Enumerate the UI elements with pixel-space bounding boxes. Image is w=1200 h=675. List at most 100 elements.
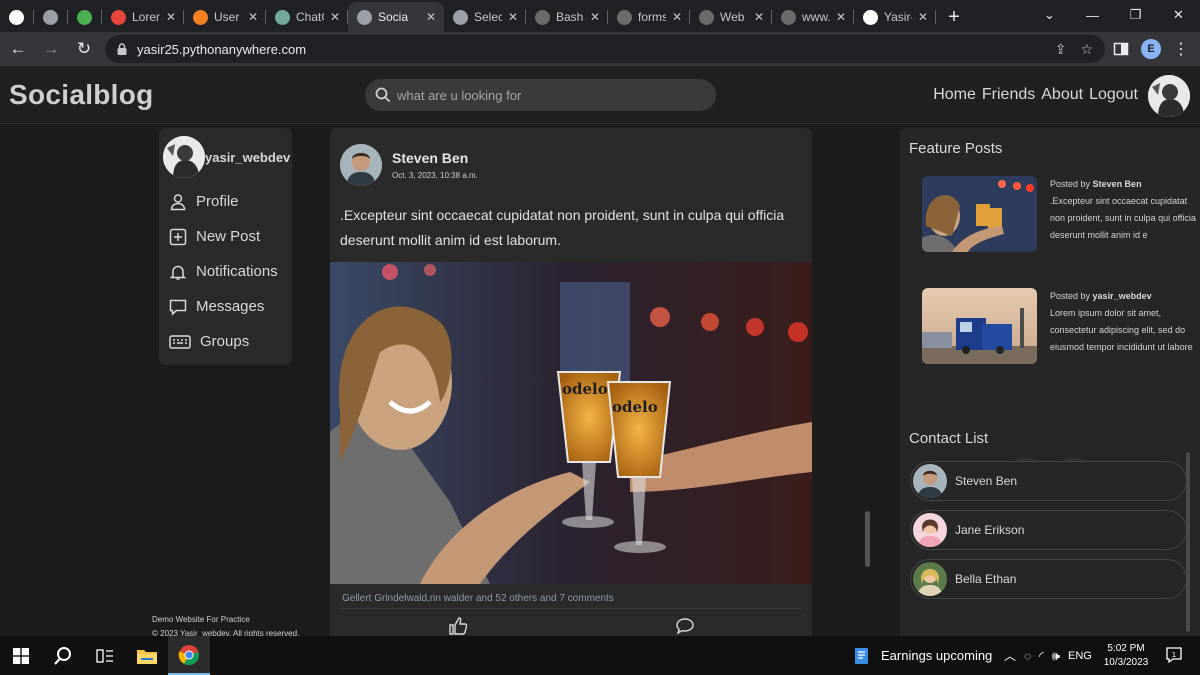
browser-tab[interactable]: ChatG ✕ bbox=[266, 2, 348, 32]
post-actions bbox=[330, 616, 812, 636]
post-author-avatar[interactable] bbox=[340, 144, 382, 186]
nav-friends[interactable]: Friends bbox=[982, 86, 1035, 104]
featured-post[interactable]: Posted by Steven Ben .Excepteur sint occ… bbox=[922, 176, 1200, 252]
sidebar-item-profile[interactable]: Profile bbox=[159, 184, 292, 219]
close-tab-icon[interactable]: ✕ bbox=[164, 10, 178, 24]
user-avatar[interactable] bbox=[1148, 75, 1190, 117]
news-widget[interactable]: Earnings upcoming bbox=[852, 636, 992, 675]
close-tab-icon[interactable]: ✕ bbox=[588, 10, 602, 24]
featured-author[interactable]: Steven Ben bbox=[1093, 179, 1142, 189]
sidebar-item-messages[interactable]: Messages bbox=[159, 289, 292, 324]
comment-icon[interactable] bbox=[675, 616, 695, 636]
sidebar-item-new-post[interactable]: New Post bbox=[159, 219, 292, 254]
tab-title: User bbox=[214, 10, 240, 24]
nav-home[interactable]: Home bbox=[933, 86, 976, 104]
browser-tab[interactable] bbox=[0, 2, 34, 32]
search-bar[interactable] bbox=[365, 79, 716, 111]
reload-button[interactable]: ↻ bbox=[69, 34, 99, 64]
post-image[interactable]: odelo odelo bbox=[330, 262, 812, 584]
browser-tab[interactable]: User ✕ bbox=[184, 2, 266, 32]
post-likes-summary[interactable]: Gellert Grindelwald,rin walder and 52 ot… bbox=[342, 593, 614, 604]
close-tab-icon[interactable]: ✕ bbox=[752, 10, 766, 24]
tab-title: Socia bbox=[378, 10, 409, 24]
chrome-taskbar-icon[interactable] bbox=[168, 636, 210, 675]
featured-thumbnail[interactable] bbox=[922, 288, 1037, 364]
browser-tab[interactable]: Selec ✕ bbox=[444, 2, 526, 32]
tab-title: Loren bbox=[132, 10, 160, 24]
volume-icon[interactable]: 🕪 bbox=[1052, 648, 1060, 664]
windows-start-icon[interactable] bbox=[0, 636, 42, 675]
nav-about[interactable]: About bbox=[1041, 86, 1083, 104]
contact-item[interactable]: Bella Ethan bbox=[910, 559, 1187, 599]
browser-tab[interactable]: Yasir- ✕ bbox=[854, 2, 936, 32]
network-icon[interactable]: ◌ bbox=[1024, 649, 1031, 663]
close-tab-icon[interactable]: ✕ bbox=[506, 10, 520, 24]
back-button[interactable]: ← bbox=[3, 34, 33, 64]
clock[interactable]: 5:02 PM 10/3/2023 bbox=[1100, 642, 1152, 670]
profile-avatar[interactable]: E bbox=[1141, 39, 1161, 59]
wifi-icon[interactable]: ◜ bbox=[1039, 649, 1044, 663]
minimize-button[interactable]: — bbox=[1071, 0, 1114, 30]
tab-title: Web bbox=[720, 10, 745, 24]
browser-tab[interactable]: forms ✕ bbox=[608, 2, 690, 32]
address-bar[interactable]: yasir25.pythonanywhere.com ⇪ ☆ bbox=[105, 35, 1105, 63]
message-icon bbox=[169, 299, 187, 316]
tab-search-icon[interactable]: ⌄ bbox=[1028, 0, 1071, 30]
brand-logo[interactable]: Socialblog bbox=[9, 79, 154, 111]
close-tab-icon[interactable]: ✕ bbox=[916, 10, 930, 24]
sidebar-item-groups[interactable]: Groups bbox=[159, 324, 292, 359]
search-icon[interactable] bbox=[42, 636, 84, 675]
page-scrollbar[interactable] bbox=[865, 511, 870, 567]
close-tab-icon[interactable]: ✕ bbox=[328, 10, 342, 24]
menu-kebab-icon[interactable]: ⋮ bbox=[1173, 39, 1189, 59]
task-view-icon[interactable] bbox=[84, 636, 126, 675]
post-author[interactable]: Steven Ben bbox=[392, 150, 478, 166]
file-explorer-icon[interactable] bbox=[126, 636, 168, 675]
contact-item[interactable]: Jane Erikson bbox=[910, 510, 1187, 550]
close-tab-icon[interactable]: ✕ bbox=[670, 10, 684, 24]
language-indicator[interactable]: ENG bbox=[1068, 650, 1092, 662]
forward-button[interactable]: → bbox=[36, 34, 66, 64]
python-icon bbox=[781, 9, 796, 25]
chevron-up-icon[interactable]: ︿ bbox=[1004, 647, 1016, 664]
browser-tab[interactable]: Web ✕ bbox=[690, 2, 772, 32]
browser-tab[interactable]: Bash ✕ bbox=[526, 2, 608, 32]
close-window-button[interactable]: ✕ bbox=[1157, 0, 1200, 30]
maximize-button[interactable]: ❐ bbox=[1114, 0, 1157, 30]
bookmark-star-icon[interactable]: ☆ bbox=[1080, 41, 1093, 58]
system-tray: ︿ ◌ ◜ 🕪 ENG bbox=[1004, 636, 1092, 675]
featured-thumbnail[interactable] bbox=[922, 176, 1037, 252]
browser-tab[interactable] bbox=[68, 2, 102, 32]
close-tab-icon[interactable]: ✕ bbox=[424, 10, 438, 24]
post-date: Oct. 3, 2023, 10:38 a.m. bbox=[392, 171, 478, 180]
notification-count: 1 bbox=[1172, 651, 1176, 659]
search-input[interactable] bbox=[397, 87, 697, 103]
sidebar-item-notifications[interactable]: Notifications bbox=[159, 254, 292, 289]
featured-author[interactable]: yasir_webdev bbox=[1093, 291, 1152, 301]
close-tab-icon[interactable]: ✕ bbox=[246, 10, 260, 24]
browser-tab[interactable]: www. ✕ bbox=[772, 2, 854, 32]
profile-sidebar: yasir_webdev Profile New Post Notificati… bbox=[159, 128, 292, 365]
browser-tab[interactable] bbox=[34, 2, 68, 32]
sidebar-item-label: Notifications bbox=[196, 263, 278, 280]
sidebar-avatar bbox=[163, 136, 205, 178]
close-tab-icon[interactable]: ✕ bbox=[834, 10, 848, 24]
new-tab-button[interactable]: + bbox=[940, 2, 968, 32]
tab-title: Yasir- bbox=[884, 10, 912, 24]
thumbs-up-icon[interactable] bbox=[448, 616, 468, 636]
browser-tab[interactable]: Loren ✕ bbox=[102, 2, 184, 32]
github-icon bbox=[863, 9, 878, 25]
sidebar-item-label: Groups bbox=[200, 333, 250, 350]
nav-logout[interactable]: Logout bbox=[1089, 86, 1138, 104]
panel-scrollbar[interactable] bbox=[1186, 452, 1190, 632]
sidebar-item-label: New Post bbox=[196, 228, 261, 245]
sidebar-user[interactable]: yasir_webdev bbox=[159, 128, 292, 178]
web-page: Socialblog Home Friends About Logout yas… bbox=[0, 66, 1200, 636]
notification-icon[interactable]: 1 bbox=[1165, 646, 1183, 664]
share-icon[interactable]: ⇪ bbox=[1055, 41, 1067, 58]
side-panel-icon[interactable] bbox=[1113, 41, 1129, 57]
featured-post[interactable]: Posted by yasir_webdev Lorem ipsum dolor… bbox=[922, 288, 1200, 364]
browser-tab[interactable]: Socia ✕ bbox=[348, 2, 444, 32]
footer-copyright: © 2023 Yasir_webdev. All rights reserved… bbox=[152, 629, 300, 636]
contact-item[interactable]: Steven Ben bbox=[910, 461, 1187, 501]
